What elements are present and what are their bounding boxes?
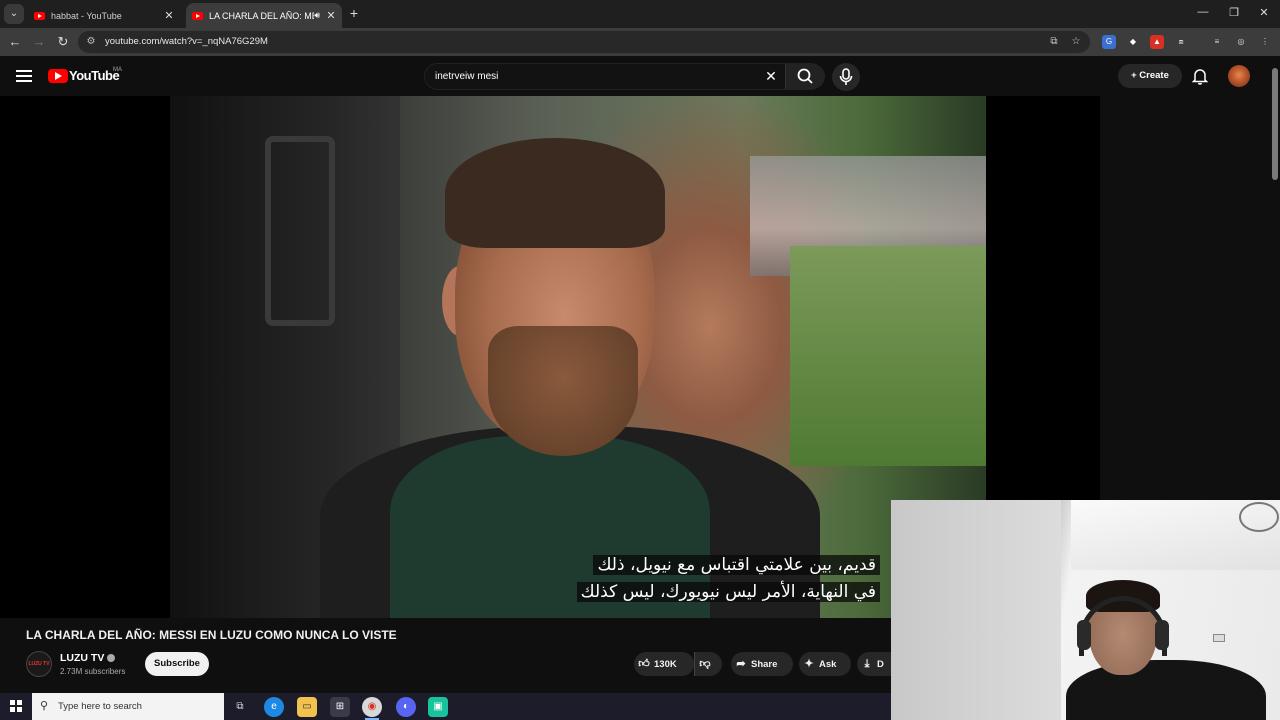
chrome-menu-icon[interactable]: ⋮ — [1258, 35, 1272, 49]
tab-search-icon[interactable]: ⌄ — [4, 4, 24, 24]
youtube-favicon-icon — [192, 11, 203, 20]
channel-name-text[interactable]: LUZU TV — [60, 652, 104, 664]
verified-icon — [107, 654, 116, 662]
create-button[interactable]: + Create — [1118, 64, 1182, 88]
search-icon: ⚲ — [40, 700, 49, 712]
sparkle-icon: ✦ — [804, 658, 814, 670]
browser-tab-strip: ⌄ habbat - YouTube ✕ LA CHARLA DEL AÑO: … — [0, 0, 1280, 28]
headset-ear-cup-left — [1077, 620, 1091, 650]
edge-icon[interactable]: e — [264, 697, 284, 717]
youtube-masthead: YouTube MA inetrveiw mesi ✕ + Create — [0, 56, 1270, 96]
video-frame[interactable] — [170, 96, 986, 618]
tab-habbat[interactable]: habbat - YouTube ✕ — [28, 3, 180, 28]
share-icon: ➦ — [736, 658, 746, 670]
browser-toolbar: ← → ↻ ⚙ youtube.com/watch?v=_nqNA76G29M … — [0, 28, 1280, 56]
task-view-icon[interactable]: ⧉ — [230, 697, 250, 717]
create-label: Create — [1139, 70, 1169, 81]
youtube-logo-text[interactable]: YouTube — [69, 68, 120, 83]
share-button[interactable]: ➦ Share — [731, 652, 793, 676]
wall-shadow — [891, 500, 1061, 720]
screen: ⌄ habbat - YouTube ✕ LA CHARLA DEL AÑO: … — [0, 0, 1280, 720]
ceiling-lamp — [1239, 502, 1279, 532]
hair — [445, 138, 665, 248]
menu-icon[interactable] — [16, 70, 32, 82]
voice-search-button[interactable] — [832, 63, 860, 91]
microsoft-store-icon[interactable]: ⊞ — [330, 697, 350, 717]
tab-close-icon[interactable]: ✕ — [162, 9, 176, 22]
windows-start-icon[interactable] — [10, 700, 22, 712]
taskbar-search[interactable]: ⚲ Type here to search — [32, 693, 224, 720]
thumbs-down-icon: 👎︎ — [699, 658, 711, 670]
site-info-icon[interactable]: ⚙ — [84, 35, 98, 49]
webcam-overlay — [891, 500, 1280, 720]
clear-search-icon[interactable]: ✕ — [763, 68, 779, 84]
caption-line-2: في النهاية، الأمر ليس نيويورك، ليس كذلك — [576, 582, 880, 602]
subscriber-count: 2.73M subscribers — [60, 667, 126, 676]
discord-icon[interactable]: ◐ — [396, 697, 416, 717]
download-icon: ⤓ — [864, 658, 870, 670]
captions: قديم، بين علامتي اقتباس مع نيويل، ذلك في… — [170, 552, 880, 606]
search-input[interactable]: inetrveiw mesi — [435, 71, 498, 82]
search-icon — [797, 68, 813, 84]
youtube-logo-icon[interactable] — [48, 69, 68, 83]
subscribe-button[interactable]: Subscribe — [145, 652, 209, 676]
youtube-favicon-icon — [34, 11, 45, 20]
extensions-puzzle-icon[interactable]: ⧈ — [1174, 35, 1188, 49]
like-button[interactable]: 👍︎ 130K — [634, 652, 694, 676]
diamond-extension-icon[interactable]: ◆ — [1126, 35, 1140, 49]
scrollbar-thumb[interactable] — [1272, 68, 1278, 180]
file-explorer-icon[interactable]: ▭ — [297, 697, 317, 717]
red-extension-icon[interactable]: ▲ — [1150, 35, 1164, 49]
share-label: Share — [751, 659, 778, 670]
beard — [488, 326, 638, 456]
tab-title: LA CHARLA DEL AÑO: MES — [209, 10, 315, 21]
caption-line-1: قديم، بين علامتي اقتباس مع نيويل، ذلك — [593, 555, 880, 575]
forward-icon[interactable]: → — [30, 33, 48, 51]
search-button[interactable] — [785, 64, 825, 89]
wall-outlet — [1213, 634, 1225, 642]
bell-icon — [1191, 69, 1209, 85]
windows-taskbar: ⚲ Type here to search ⧉ e ▭ ⊞ ◉ ◐ ▣ — [0, 693, 891, 720]
thumbs-up-icon: 👍︎ — [638, 658, 650, 670]
new-tab-button[interactable]: + — [346, 5, 362, 21]
install-app-icon[interactable]: ⧉ — [1047, 35, 1061, 49]
green-field — [790, 246, 986, 466]
channel-avatar[interactable]: LUZU TV — [26, 651, 52, 677]
ask-label: Ask — [819, 659, 837, 670]
minimize-icon[interactable]: — — [1191, 6, 1215, 18]
notifications-button[interactable] — [1190, 66, 1210, 86]
channel-name[interactable]: LUZU TV — [60, 652, 116, 664]
tab-la-charla[interactable]: LA CHARLA DEL AÑO: MES 🔊︎ ✕ — [186, 3, 342, 28]
account-avatar[interactable] — [1228, 65, 1250, 87]
chrome-icon[interactable]: ◉ — [362, 697, 382, 720]
download-label: D — [877, 659, 884, 670]
url-text[interactable]: youtube.com/watch?v=_nqNA76G29M — [105, 36, 268, 47]
reading-list-icon[interactable]: ≡ — [1210, 35, 1224, 49]
close-window-icon[interactable]: ✕ — [1252, 6, 1276, 19]
back-icon[interactable]: ← — [6, 33, 24, 51]
profile-icon[interactable]: ◎ — [1234, 35, 1248, 49]
tab-close-icon[interactable]: ✕ — [324, 9, 338, 22]
country-code: MA — [113, 67, 122, 73]
restore-icon[interactable]: ❐ — [1222, 6, 1246, 19]
microphone-icon — [839, 68, 853, 85]
ask-button[interactable]: ✦ Ask — [799, 652, 851, 676]
translate-extension-icon[interactable]: G — [1102, 35, 1116, 49]
tab-title: habbat - YouTube — [51, 10, 122, 21]
download-button[interactable]: ⤓ D — [857, 652, 891, 676]
address-bar[interactable]: ⚙ youtube.com/watch?v=_nqNA76G29M ⧉ ☆ — [78, 31, 1090, 53]
taskbar-search-placeholder[interactable]: Type here to search — [58, 701, 142, 712]
video-title: LA CHARLA DEL AÑO: MESSI EN LUZU COMO NU… — [26, 628, 397, 642]
streamer-hoodie — [1066, 660, 1266, 720]
door-frame — [265, 136, 335, 326]
green-app-icon[interactable]: ▣ — [428, 697, 448, 717]
dislike-button[interactable]: 👎︎ — [694, 652, 722, 676]
headset-ear-cup-right — [1155, 620, 1169, 650]
search-box[interactable]: inetrveiw mesi ✕ — [424, 63, 825, 90]
bookmark-star-icon[interactable]: ☆ — [1069, 35, 1083, 49]
reload-icon[interactable]: ↻ — [54, 33, 72, 51]
like-count: 130K — [654, 659, 677, 670]
speaker-icon[interactable]: 🔊︎ — [314, 10, 320, 21]
